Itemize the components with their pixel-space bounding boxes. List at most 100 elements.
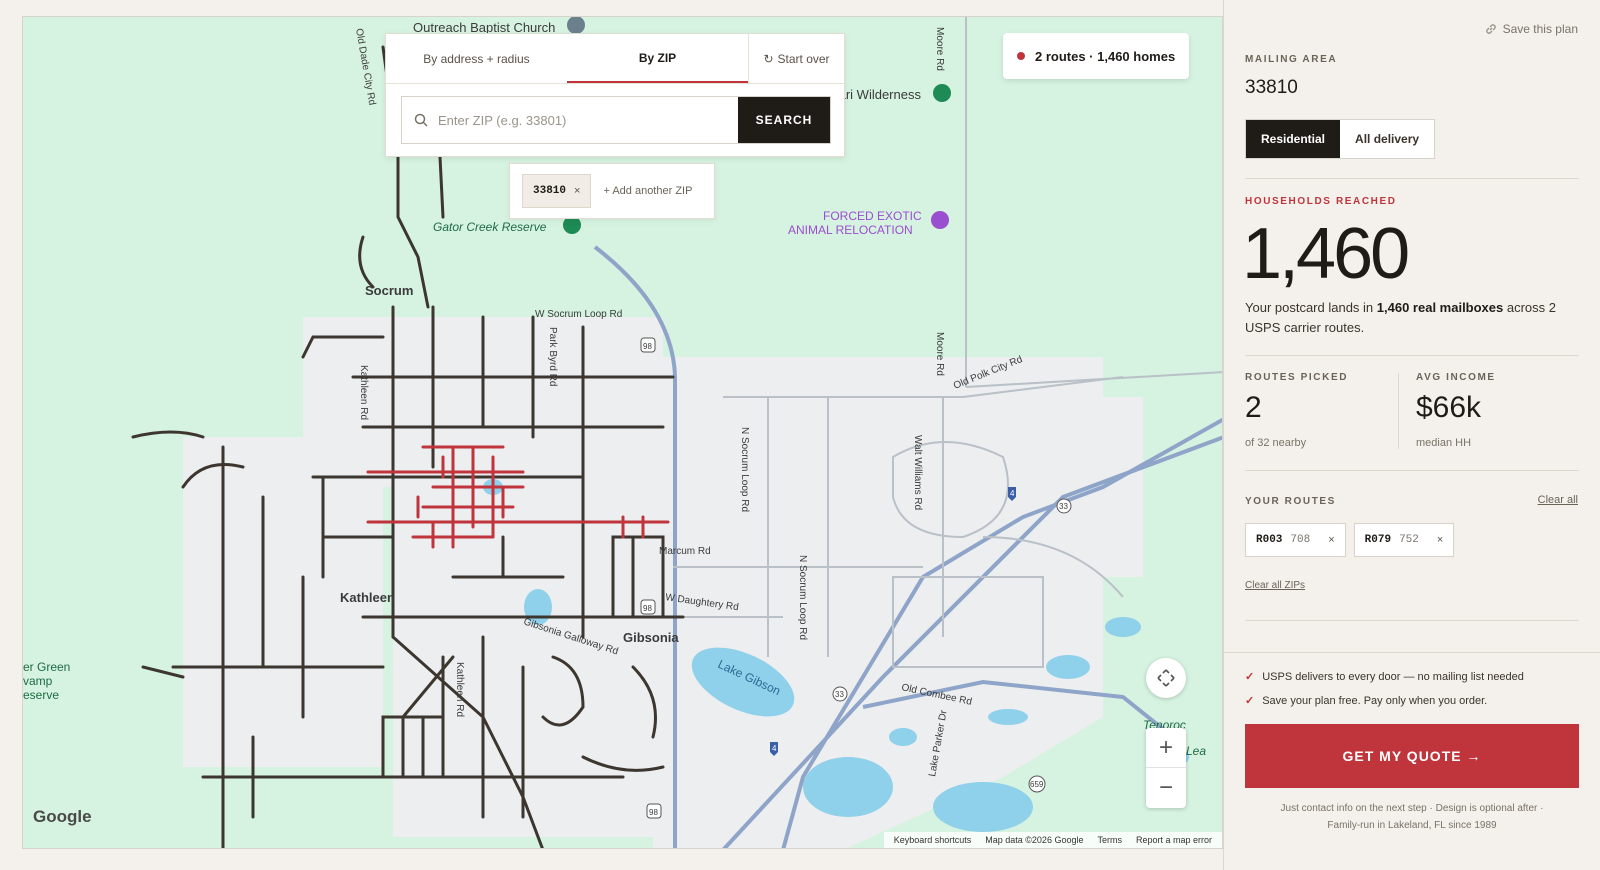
routes-picked-label: ROUTES PICKED bbox=[1245, 372, 1349, 383]
label-n-socrum-loop-1: N Socrum Loop Rd bbox=[739, 427, 750, 512]
plan-sidebar: Save this plan MAILING AREA 33810 Reside… bbox=[1223, 0, 1600, 870]
routes-picked-sub: of 32 nearby bbox=[1245, 437, 1307, 449]
label-animal: ANIMAL RELOCATION bbox=[788, 223, 913, 237]
zoom-in-button[interactable]: + bbox=[1146, 728, 1186, 768]
fullscreen-button[interactable] bbox=[1146, 658, 1186, 698]
avg-income-stat: AVG INCOME $66k median HH bbox=[1416, 372, 1496, 449]
all-delivery-option[interactable]: All delivery bbox=[1340, 120, 1434, 158]
label-safari: fari Wilderness bbox=[835, 87, 921, 102]
search-card: By address + radius By ZIP ↻ Start over … bbox=[385, 33, 845, 157]
clear-all-zips-link[interactable]: Clear all ZIPs bbox=[1245, 580, 1305, 591]
label-walt-williams: Walt Williams Rd bbox=[912, 435, 923, 510]
shield-98-c: 98 bbox=[649, 808, 658, 817]
label-kathleen-rd-2: Kathleen Rd bbox=[454, 662, 465, 717]
tab-zip[interactable]: By ZIP bbox=[567, 34, 748, 83]
remove-route-icon[interactable]: × bbox=[1328, 534, 1334, 546]
label-moore-rd-2: Moore Rd bbox=[934, 332, 945, 376]
get-quote-button[interactable]: GET MY QUOTE → bbox=[1245, 724, 1579, 788]
label-green-swamp-1: er Green bbox=[23, 660, 70, 674]
route-chip: R079 752 × bbox=[1353, 523, 1455, 557]
mailing-area-value: 33810 bbox=[1245, 77, 1298, 98]
delivery-type-toggle: Residential All delivery bbox=[1245, 119, 1436, 159]
your-routes-label: YOUR ROUTES bbox=[1245, 496, 1336, 507]
search-button[interactable]: SEARCH bbox=[738, 97, 830, 143]
residential-option[interactable]: Residential bbox=[1246, 120, 1341, 158]
start-over-label: Start over bbox=[777, 51, 830, 66]
save-plan-label: Save this plan bbox=[1502, 22, 1578, 36]
route-id: R079 bbox=[1364, 534, 1392, 546]
remove-route-icon[interactable]: × bbox=[1437, 534, 1443, 546]
divider bbox=[1245, 470, 1579, 471]
terms-link[interactable]: Terms bbox=[1097, 835, 1122, 845]
label-w-socrum-loop: W Socrum Loop Rd bbox=[535, 309, 622, 320]
shield-33-b: 33 bbox=[835, 690, 844, 699]
routes-picked-stat: ROUTES PICKED 2 of 32 nearby bbox=[1245, 372, 1348, 449]
map[interactable]: Outreach Baptist Church fari Wilderness … bbox=[22, 16, 1223, 849]
report-error-link[interactable]: Report a map error bbox=[1136, 835, 1212, 845]
divider bbox=[1245, 355, 1579, 356]
benefit-item: ✓ Save your plan free. Pay only when you… bbox=[1245, 694, 1488, 708]
divider bbox=[1245, 178, 1579, 179]
route-count: 752 bbox=[1399, 534, 1419, 546]
label-n-socrum-loop-2: N Socrum Loop Rd bbox=[797, 555, 808, 640]
remove-zip-icon[interactable]: × bbox=[574, 185, 580, 197]
route-chip-list: R003 708 × R079 752 × bbox=[1245, 523, 1455, 557]
save-plan-link[interactable]: Save this plan bbox=[1485, 22, 1578, 36]
label-gibsonia: Gibsonia bbox=[623, 630, 679, 645]
label-marcum: Marcum Rd bbox=[659, 546, 711, 557]
divider bbox=[1224, 652, 1600, 653]
search-icon bbox=[414, 113, 428, 127]
stat-divider bbox=[1398, 373, 1399, 449]
households-description: Your postcard lands in 1,460 real mailbo… bbox=[1245, 300, 1557, 335]
label-kathleen: Kathleen bbox=[340, 590, 395, 605]
shield-i4-a: 4 bbox=[1010, 489, 1015, 498]
route-count: 708 bbox=[1290, 534, 1311, 546]
mailing-area-label: MAILING AREA bbox=[1245, 54, 1338, 65]
label-gator: Gator Creek Reserve bbox=[433, 220, 547, 234]
check-icon: ✓ bbox=[1245, 671, 1255, 683]
households-label: HOUSEHOLDS REACHED bbox=[1245, 196, 1397, 207]
zoom-out-button[interactable]: − bbox=[1146, 768, 1186, 808]
households-count: 1,460 bbox=[1242, 214, 1410, 294]
divider bbox=[1245, 620, 1579, 621]
routes-picked-value: 2 bbox=[1245, 391, 1262, 424]
label-socrum: Socrum bbox=[365, 283, 413, 298]
route-id: R003 bbox=[1256, 534, 1283, 546]
zip-search-row: SEARCH bbox=[401, 96, 831, 144]
google-logo: Google bbox=[33, 807, 92, 826]
tab-address-radius[interactable]: By address + radius bbox=[386, 34, 567, 83]
benefit-text: USPS delivers to every door — no mailing… bbox=[1262, 670, 1524, 683]
label-old-dade: Old Dade City Rd bbox=[353, 28, 377, 107]
zip-search-input[interactable] bbox=[438, 112, 718, 128]
shield-98-a: 98 bbox=[643, 342, 652, 351]
shield-98-b: 98 bbox=[643, 604, 652, 613]
keyboard-shortcuts-link[interactable]: Keyboard shortcuts bbox=[894, 835, 972, 845]
shield-659: 659 bbox=[1030, 780, 1044, 789]
fine-print-line-1: Just contact info on the next step · Des… bbox=[1280, 803, 1544, 814]
map-attribution: Keyboard shortcuts Map data ©2026 Google… bbox=[883, 832, 1222, 848]
fine-print: Just contact info on the next step · Des… bbox=[1245, 800, 1579, 834]
fine-print-line-2: Family-run in Lakeland, FL since 1989 bbox=[1327, 820, 1497, 831]
fullscreen-icon bbox=[1157, 669, 1175, 687]
mode-tabs: By address + radius By ZIP ↻ Start over bbox=[386, 34, 844, 84]
map-data-text: Map data ©2026 Google bbox=[985, 835, 1084, 845]
start-over-button[interactable]: ↻ Start over bbox=[748, 34, 844, 83]
shield-33-a: 33 bbox=[1059, 502, 1068, 511]
zip-search-field bbox=[402, 97, 738, 143]
clear-all-routes-link[interactable]: Clear all bbox=[1538, 494, 1578, 506]
avg-income-value: $66k bbox=[1416, 391, 1482, 424]
reset-icon: ↻ bbox=[763, 51, 774, 66]
zip-chip-bar: 33810 × + Add another ZIP bbox=[509, 163, 715, 219]
route-summary-text: 2 routes · 1,460 homes bbox=[1035, 48, 1176, 64]
label-moore-rd-1: Moore Rd bbox=[934, 27, 945, 71]
shield-i4-b: 4 bbox=[772, 744, 777, 753]
benefit-text: Save your plan free. Pay only when you o… bbox=[1262, 694, 1488, 707]
avg-income-sub: median HH bbox=[1416, 437, 1472, 449]
route-summary-pill: 2 routes · 1,460 homes bbox=[1003, 33, 1190, 79]
link-icon bbox=[1485, 24, 1496, 34]
label-park-byrd: Park Byrd Rd bbox=[547, 327, 558, 386]
add-zip-link[interactable]: + Add another ZIP bbox=[603, 185, 692, 197]
zip-chip: 33810 × bbox=[522, 174, 592, 208]
check-icon: ✓ bbox=[1245, 695, 1255, 707]
label-kathleen-rd: Kathleen Rd bbox=[358, 365, 369, 420]
